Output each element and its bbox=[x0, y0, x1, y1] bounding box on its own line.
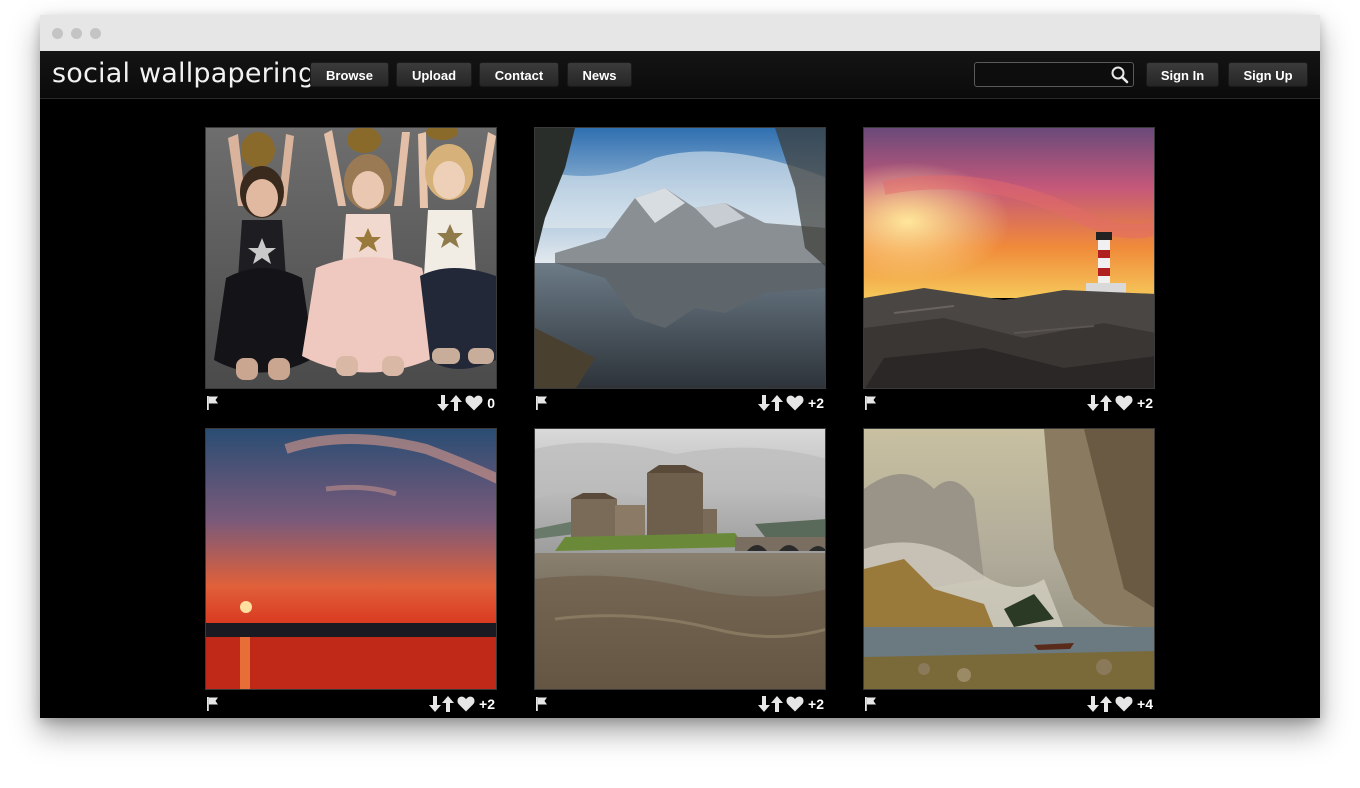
vote-actions: 0 bbox=[437, 393, 495, 413]
arrow-up-icon[interactable] bbox=[450, 395, 463, 411]
wallpaper-thumbnail[interactable] bbox=[205, 127, 497, 389]
wallpaper-thumbnail[interactable] bbox=[534, 127, 826, 389]
heart-icon[interactable] bbox=[457, 696, 475, 712]
score-count: +2 bbox=[808, 696, 824, 712]
site-logo[interactable]: social wallpapering bbox=[52, 58, 315, 89]
flag-icon[interactable] bbox=[207, 396, 219, 410]
heart-icon[interactable] bbox=[1115, 696, 1133, 712]
flag-icon[interactable] bbox=[865, 697, 877, 711]
wallpaper-thumbnail[interactable] bbox=[863, 428, 1155, 690]
heart-icon[interactable] bbox=[786, 696, 804, 712]
arrow-down-icon[interactable] bbox=[437, 395, 450, 411]
vote-actions: +2 bbox=[1087, 393, 1153, 413]
sign-in-button[interactable]: Sign In bbox=[1146, 62, 1219, 87]
wallpaper-thumbnail[interactable] bbox=[534, 428, 826, 690]
arrow-up-icon[interactable] bbox=[1100, 395, 1113, 411]
arrow-down-icon[interactable] bbox=[1087, 395, 1100, 411]
arrow-down-icon[interactable] bbox=[429, 696, 442, 712]
wallpaper-card: 0 bbox=[205, 127, 497, 417]
heart-icon[interactable] bbox=[465, 395, 483, 411]
window-minimize-dot[interactable] bbox=[71, 28, 82, 39]
arrow-up-icon[interactable] bbox=[442, 696, 455, 712]
browser-window: social wallpapering Browse Upload Contac… bbox=[40, 15, 1320, 718]
score-count: +2 bbox=[808, 395, 824, 411]
vote-actions: +2 bbox=[429, 694, 495, 714]
window-close-dot[interactable] bbox=[52, 28, 63, 39]
contact-button[interactable]: Contact bbox=[479, 62, 559, 87]
wallpaper-thumbnail[interactable] bbox=[205, 428, 497, 690]
sign-up-button[interactable]: Sign Up bbox=[1228, 62, 1308, 87]
browse-button[interactable]: Browse bbox=[310, 62, 389, 87]
wallpaper-thumbnail[interactable] bbox=[863, 127, 1155, 389]
score-count: +2 bbox=[1137, 395, 1153, 411]
heart-icon[interactable] bbox=[1115, 395, 1133, 411]
arrow-up-icon[interactable] bbox=[771, 395, 784, 411]
window-titlebar bbox=[40, 15, 1320, 51]
top-navbar: social wallpapering Browse Upload Contac… bbox=[40, 51, 1320, 99]
arrow-up-icon[interactable] bbox=[771, 696, 784, 712]
wallpaper-card: +2 bbox=[863, 127, 1155, 417]
vote-actions: +2 bbox=[758, 694, 824, 714]
news-button[interactable]: News bbox=[567, 62, 632, 87]
flag-icon[interactable] bbox=[207, 697, 219, 711]
arrow-up-icon[interactable] bbox=[1100, 696, 1113, 712]
arrow-down-icon[interactable] bbox=[758, 696, 771, 712]
flag-icon[interactable] bbox=[865, 396, 877, 410]
heart-icon[interactable] bbox=[786, 395, 804, 411]
search-box[interactable] bbox=[974, 62, 1134, 87]
vote-actions: +4 bbox=[1087, 694, 1153, 714]
vote-actions: +2 bbox=[758, 393, 824, 413]
arrow-down-icon[interactable] bbox=[1087, 696, 1100, 712]
wallpaper-card: +2 bbox=[534, 428, 826, 718]
arrow-down-icon[interactable] bbox=[758, 395, 771, 411]
flag-icon[interactable] bbox=[536, 396, 548, 410]
wallpaper-card: +2 bbox=[205, 428, 497, 718]
flag-icon[interactable] bbox=[536, 697, 548, 711]
search-icon[interactable] bbox=[1110, 65, 1130, 85]
wallpaper-card: +4 bbox=[863, 428, 1155, 718]
upload-button[interactable]: Upload bbox=[396, 62, 472, 87]
score-count: 0 bbox=[487, 395, 495, 411]
wallpaper-card: +2 bbox=[534, 127, 826, 417]
score-count: +2 bbox=[479, 696, 495, 712]
window-maximize-dot[interactable] bbox=[90, 28, 101, 39]
search-input[interactable] bbox=[979, 66, 1107, 83]
score-count: +4 bbox=[1137, 696, 1153, 712]
